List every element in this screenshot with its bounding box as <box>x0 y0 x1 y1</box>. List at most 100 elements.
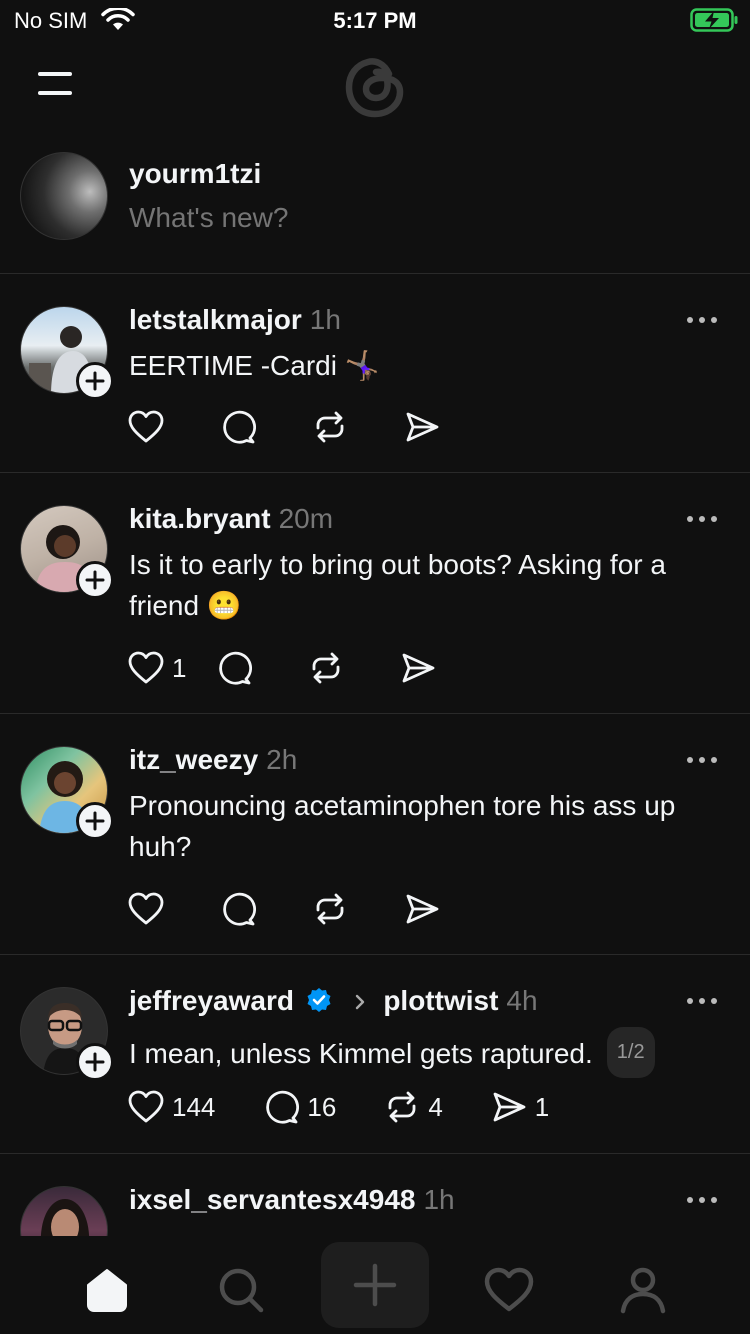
post-text-row: I mean, unless Kimmel gets raptured. 1/2 <box>129 1027 729 1081</box>
heart-icon <box>128 410 164 443</box>
post-username[interactable]: letstalkmajor <box>129 304 302 335</box>
repost-count: 4 <box>428 1091 443 1122</box>
comment-icon <box>223 892 256 926</box>
share-button[interactable] <box>404 891 448 927</box>
send-icon <box>406 412 439 442</box>
post-username[interactable]: kita.bryant <box>129 503 271 534</box>
reply-to-username[interactable]: plottwist <box>383 985 498 1016</box>
follow-button[interactable] <box>76 362 114 400</box>
new-thread-composer[interactable]: yourm1tzi <box>0 140 750 274</box>
post-time: 1h <box>423 1184 455 1215</box>
profile-icon <box>620 1267 666 1314</box>
post-time: 20m <box>278 503 334 534</box>
verified-badge-icon <box>307 988 331 1012</box>
reply-button[interactable] <box>220 891 264 927</box>
post-avatar[interactable] <box>20 987 114 1081</box>
heart-icon <box>128 651 164 684</box>
chevron-right-icon <box>355 994 364 1010</box>
post-item[interactable]: kita.bryant 20m Is it to early to bring o… <box>0 473 750 714</box>
post-header: ixsel_servantesx4948 1h <box>129 1184 455 1216</box>
reply-button[interactable] <box>216 650 260 686</box>
share-button[interactable] <box>400 650 444 686</box>
repost-icon <box>316 893 344 925</box>
composer-username: yourm1tzi <box>129 158 262 189</box>
more-icon[interactable] <box>684 750 720 770</box>
hamburger-icon-line <box>38 91 72 95</box>
avatar[interactable] <box>20 152 108 240</box>
plus-icon <box>85 811 105 831</box>
create-thread-button[interactable] <box>321 1242 429 1328</box>
post-time: 4h <box>506 985 538 1016</box>
post-time: 1h <box>309 304 341 335</box>
threads-logo[interactable] <box>342 52 408 120</box>
repost-icon <box>313 652 340 684</box>
post-item[interactable]: ixsel_servantesx4948 1h <box>0 1154 750 1236</box>
post-actions: 1 <box>128 648 492 688</box>
plus-icon <box>353 1263 397 1307</box>
more-icon[interactable] <box>684 991 720 1011</box>
post-header: itz_weezy 2h <box>129 744 297 776</box>
heart-icon <box>128 892 164 925</box>
repost-button[interactable] <box>312 409 356 445</box>
tab-search[interactable] <box>187 1246 295 1334</box>
more-icon[interactable] <box>684 509 720 529</box>
heart-icon <box>128 1090 164 1123</box>
like-button[interactable] <box>128 410 172 444</box>
plus-icon <box>85 1052 105 1072</box>
plus-icon <box>85 570 105 590</box>
repost-icon <box>316 411 344 443</box>
comment-icon <box>266 1090 300 1124</box>
home-icon <box>87 1269 127 1312</box>
repost-button[interactable] <box>312 891 356 927</box>
repost-icon <box>388 1091 416 1123</box>
like-count: 144 <box>172 1091 216 1122</box>
comment-icon <box>223 410 256 444</box>
like-count: 1 <box>172 652 187 683</box>
post-item[interactable]: jeffreyaward plottwist 4h I mean, unless … <box>0 955 750 1154</box>
send-icon <box>403 653 435 683</box>
tab-bar <box>0 1236 750 1334</box>
share-button[interactable] <box>404 409 448 445</box>
post-avatar[interactable] <box>20 1186 108 1236</box>
follow-button[interactable] <box>76 802 114 840</box>
post-actions: 144 16 4 1 <box>128 1087 597 1127</box>
tab-profile[interactable] <box>589 1246 697 1334</box>
post-actions <box>128 889 496 929</box>
send-icon <box>493 1092 526 1122</box>
repost-button[interactable] <box>308 650 352 686</box>
reply-button[interactable] <box>220 409 264 445</box>
tab-home[interactable] <box>53 1246 161 1334</box>
like-button[interactable]: 1 <box>128 651 186 685</box>
more-icon[interactable] <box>684 1190 720 1210</box>
like-button[interactable] <box>128 892 172 926</box>
post-text: I mean, unless Kimmel gets raptured. <box>129 1037 593 1069</box>
more-icon[interactable] <box>684 310 720 330</box>
post-avatar[interactable] <box>20 306 114 400</box>
post-username[interactable]: jeffreyaward <box>129 985 294 1016</box>
heart-icon <box>484 1267 534 1312</box>
follow-button[interactable] <box>76 561 114 599</box>
like-button[interactable]: 144 <box>128 1090 215 1124</box>
post-avatar[interactable] <box>20 746 114 840</box>
post-actions <box>128 407 496 447</box>
tab-activity[interactable] <box>455 1246 563 1334</box>
follow-button[interactable] <box>76 1043 114 1081</box>
post-header: jeffreyaward plottwist 4h <box>129 985 538 1017</box>
post-username[interactable]: ixsel_servantesx4948 <box>129 1184 415 1215</box>
status-bar: No SIM 5:17 PM <box>0 0 750 40</box>
repost-button[interactable]: 4 <box>384 1089 443 1125</box>
post-avatar[interactable] <box>20 505 114 599</box>
post-item[interactable]: letstalkmajor 1h EERTIME -Cardi 🤸🏽‍♀️ <box>0 274 750 473</box>
person-silhouette <box>40 1199 90 1236</box>
post-header: kita.bryant 20m <box>129 503 333 535</box>
avatar-image <box>20 1186 108 1236</box>
composer-input[interactable] <box>129 202 689 234</box>
menu-button[interactable] <box>36 70 76 100</box>
thread-index-badge: 1/2 <box>606 1027 655 1078</box>
post-item[interactable]: itz_weezy 2h Pronouncing acetaminophen to… <box>0 714 750 955</box>
post-text: EERTIME -Cardi 🤸🏽‍♀️ <box>129 350 380 381</box>
reply-button[interactable]: 16 <box>263 1089 336 1125</box>
post-username[interactable]: itz_weezy <box>129 744 258 775</box>
share-button[interactable]: 1 <box>491 1089 549 1125</box>
comment-icon <box>219 651 253 685</box>
